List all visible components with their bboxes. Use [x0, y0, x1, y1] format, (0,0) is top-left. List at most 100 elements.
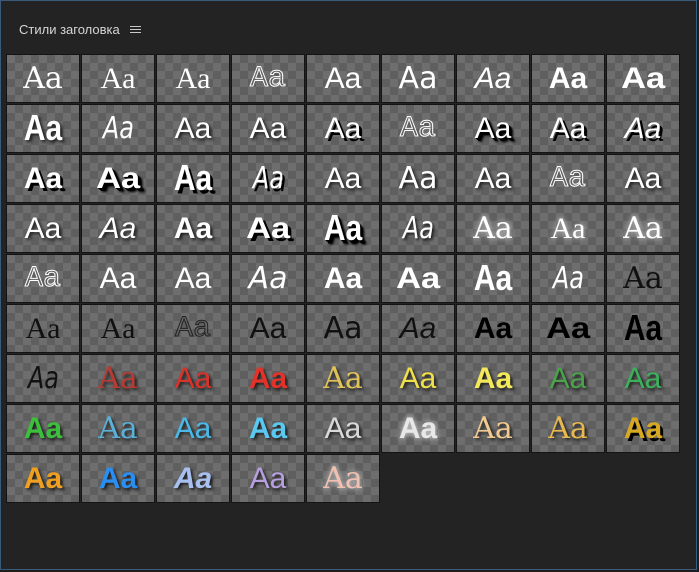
style-tile[interactable]: Aa: [231, 304, 305, 353]
style-tile[interactable]: Aa: [6, 454, 80, 503]
style-tile[interactable]: Aa: [156, 54, 230, 103]
style-tile[interactable]: Aa: [156, 204, 230, 253]
style-tile[interactable]: Aa: [306, 404, 380, 453]
style-tile[interactable]: Aa: [81, 454, 155, 503]
style-sample: Aa: [323, 460, 363, 496]
style-tile[interactable]: Aa: [531, 154, 605, 203]
style-tile[interactable]: Aa: [81, 404, 155, 453]
style-tile[interactable]: Aa: [156, 354, 230, 403]
style-sample: Aa: [473, 258, 513, 298]
style-tile[interactable]: Aa: [156, 154, 230, 203]
style-tile[interactable]: Aa: [531, 104, 605, 153]
style-sample: Aa: [95, 161, 141, 195]
style-tile[interactable]: Aa: [456, 54, 530, 103]
style-tile[interactable]: Aa: [306, 304, 380, 353]
style-tile[interactable]: Aa: [306, 354, 380, 403]
style-tile[interactable]: Aa: [456, 304, 530, 353]
style-sample: Aa: [324, 61, 362, 95]
style-sample: Aa: [324, 161, 362, 195]
style-tile[interactable]: Aa: [606, 154, 680, 203]
style-tile[interactable]: Aa: [306, 154, 380, 203]
style-tile[interactable]: Aa: [381, 104, 455, 153]
style-tile[interactable]: Aa: [6, 254, 80, 303]
style-sample: Aa: [24, 261, 61, 296]
style-tile[interactable]: Aa: [381, 254, 455, 303]
style-tile[interactable]: Aa: [531, 204, 605, 253]
style-tile[interactable]: Aa: [231, 454, 305, 503]
style-tile[interactable]: Aa: [6, 154, 80, 203]
style-tile[interactable]: Aa: [81, 104, 155, 153]
style-tile[interactable]: Aa: [531, 354, 605, 403]
style-sample: Aa: [173, 158, 213, 198]
style-tile[interactable]: Aa: [231, 204, 305, 253]
style-sample: Aa: [623, 308, 663, 348]
style-tile[interactable]: Aa: [606, 354, 680, 403]
style-tile[interactable]: Aa: [306, 54, 380, 103]
style-tile[interactable]: Aa: [456, 154, 530, 203]
style-tile[interactable]: Aa: [156, 304, 230, 353]
style-tile[interactable]: Aa: [456, 254, 530, 303]
style-sample: Aa: [99, 211, 137, 245]
style-tile[interactable]: Aa: [231, 54, 305, 103]
style-sample: Aa: [248, 411, 288, 445]
style-tile[interactable]: Aa: [606, 104, 680, 153]
style-tile[interactable]: Aa: [456, 104, 530, 153]
style-tile[interactable]: Aa: [231, 354, 305, 403]
style-tile[interactable]: Aa: [606, 54, 680, 103]
style-tile[interactable]: Aa: [81, 354, 155, 403]
style-tile[interactable]: Aa: [81, 204, 155, 253]
style-tile[interactable]: Aa: [6, 104, 80, 153]
style-sample: Aa: [623, 411, 663, 445]
style-tile[interactable]: Aa: [531, 254, 605, 303]
style-sample: Aa: [395, 261, 441, 295]
style-tile[interactable]: Aa: [531, 54, 605, 103]
style-tile[interactable]: Aa: [381, 404, 455, 453]
style-tile[interactable]: Aa: [306, 254, 380, 303]
style-tile[interactable]: Aa: [381, 154, 455, 203]
style-tile[interactable]: Aa: [156, 254, 230, 303]
style-tile[interactable]: Aa: [81, 254, 155, 303]
style-tile[interactable]: Aa: [606, 254, 680, 303]
style-tile[interactable]: Aa: [381, 354, 455, 403]
style-tile[interactable]: Aa: [606, 304, 680, 353]
hamburger-menu-icon[interactable]: [129, 25, 141, 34]
style-tile[interactable]: Aa: [156, 104, 230, 153]
style-tile[interactable]: Aa: [306, 454, 380, 503]
style-tile[interactable]: Aa: [6, 404, 80, 453]
style-tile[interactable]: Aa: [531, 404, 605, 453]
style-tile[interactable]: Aa: [606, 204, 680, 253]
style-tile[interactable]: Aa: [6, 354, 80, 403]
style-tile[interactable]: Aa: [231, 254, 305, 303]
style-tile[interactable]: Aa: [156, 454, 230, 503]
style-sample: Aa: [23, 161, 63, 195]
style-tile[interactable]: Aa: [6, 204, 80, 253]
style-sample: Aa: [23, 108, 63, 148]
style-tile[interactable]: Aa: [81, 154, 155, 203]
style-sample: Aa: [249, 111, 287, 145]
style-sample: Aa: [323, 261, 363, 295]
style-tile[interactable]: Aa: [156, 404, 230, 453]
style-tile[interactable]: Aa: [81, 304, 155, 353]
style-tile[interactable]: Aa: [381, 54, 455, 103]
style-sample: Aa: [549, 361, 587, 395]
style-sample: Aa: [549, 161, 586, 196]
style-tile[interactable]: Aa: [531, 304, 605, 353]
style-tile[interactable]: Aa: [81, 54, 155, 103]
style-tile[interactable]: Aa: [306, 104, 380, 153]
style-sample: Aa: [173, 211, 213, 245]
style-tile[interactable]: Aa: [606, 404, 680, 453]
style-sample: Aa: [473, 410, 513, 446]
style-sample: Aa: [550, 211, 586, 245]
style-tile[interactable]: Aa: [231, 404, 305, 453]
style-tile[interactable]: Aa: [456, 404, 530, 453]
style-sample: Aa: [474, 161, 512, 195]
style-tile[interactable]: Aa: [456, 204, 530, 253]
style-tile[interactable]: Aa: [6, 54, 80, 103]
style-tile[interactable]: Aa: [306, 204, 380, 253]
style-tile[interactable]: Aa: [381, 204, 455, 253]
style-tile[interactable]: Aa: [381, 304, 455, 353]
style-tile[interactable]: Aa: [456, 354, 530, 403]
style-tile[interactable]: Aa: [231, 104, 305, 153]
style-tile[interactable]: Aa: [6, 304, 80, 353]
style-tile[interactable]: Aa: [231, 154, 305, 203]
